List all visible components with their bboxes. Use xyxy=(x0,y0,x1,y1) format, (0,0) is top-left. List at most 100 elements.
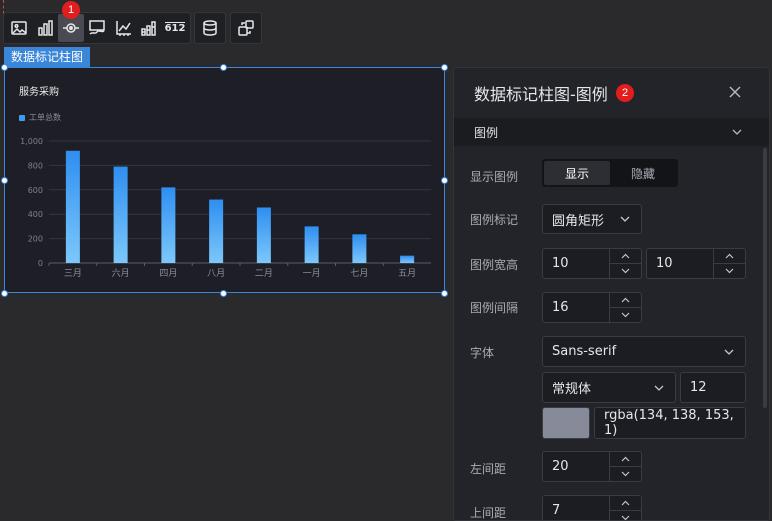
show-legend-toggle: 显示 隐藏 xyxy=(542,159,678,187)
chevron-down-icon xyxy=(732,129,742,135)
bar[interactable] xyxy=(113,166,128,263)
increment-button[interactable] xyxy=(610,452,641,466)
panel-scrollbar[interactable] xyxy=(763,148,767,408)
chart-type-toolbar: 1 612 xyxy=(3,1,191,44)
increment-button[interactable] xyxy=(714,249,745,263)
eye-icon[interactable]: 1 xyxy=(58,1,84,42)
y-tick-label: 400 xyxy=(28,210,43,219)
x-tick-label: 八月 xyxy=(207,268,225,279)
section-legend[interactable]: 图例 xyxy=(454,118,769,146)
panel-header: 数据标记柱图-图例 2 xyxy=(454,68,769,118)
resize-handle-br[interactable] xyxy=(441,290,448,297)
legend-mark-select[interactable]: 圆角矩形 xyxy=(542,204,642,234)
font-weight-select[interactable]: 常规体 xyxy=(542,372,676,403)
x-tick-label: 四月 xyxy=(159,268,177,279)
legend-height-stepper[interactable]: 10 xyxy=(646,248,746,279)
resize-handle-tr[interactable] xyxy=(441,64,448,71)
resize-handle-r[interactable] xyxy=(441,177,448,184)
number-612-icon[interactable]: 612 xyxy=(162,14,188,42)
font-size-input[interactable]: 12 xyxy=(680,372,746,403)
increment-button[interactable] xyxy=(610,293,641,307)
x-tick-label: 三月 xyxy=(64,268,82,279)
font-size-value: 12 xyxy=(690,380,707,395)
resize-handle-b[interactable] xyxy=(220,290,227,297)
legend-size-label: 图例宽高 xyxy=(470,258,519,272)
stepper-buttons xyxy=(609,452,641,481)
widget-name-tag: 数据标记柱图 xyxy=(4,47,91,67)
stacked-bar-icon[interactable] xyxy=(136,14,162,42)
chat-box-icon[interactable] xyxy=(84,14,110,42)
legend-width-stepper[interactable]: 10 xyxy=(542,248,642,279)
stepper-buttons xyxy=(713,249,745,278)
close-icon[interactable] xyxy=(727,84,743,100)
decrement-button[interactable] xyxy=(610,510,641,520)
font-weight-value: 常规体 xyxy=(552,382,592,397)
legend-gap-value: 16 xyxy=(552,300,569,315)
show-legend-label: 显示图例 xyxy=(470,170,519,184)
font-color-input[interactable]: rgba(134, 138, 153, 1) xyxy=(594,407,746,439)
legend-settings-panel: 数据标记柱图-图例 2 图例 显示图例 显示 隐藏 图例标记 圆角矩形 图例宽高… xyxy=(453,67,770,521)
chevron-down-icon xyxy=(654,385,664,391)
y-tick-label: 600 xyxy=(28,186,43,195)
increment-button[interactable] xyxy=(610,496,641,510)
section-title: 图例 xyxy=(474,125,499,140)
image-icon[interactable] xyxy=(6,14,32,42)
resize-handle-tl[interactable] xyxy=(1,64,8,71)
bar-chart-icon[interactable] xyxy=(32,14,58,42)
stepper-buttons xyxy=(609,293,641,322)
axis-chart-icon[interactable] xyxy=(110,14,136,42)
top-margin-label: 上间距 xyxy=(470,506,507,520)
link-icon[interactable] xyxy=(233,14,259,42)
x-tick-label: 七月 xyxy=(350,268,368,279)
legend-gap-label: 图例间隔 xyxy=(470,301,519,315)
decrement-button[interactable] xyxy=(714,263,745,278)
top-margin-value: 7 xyxy=(552,503,561,518)
step-badge-1: 1 xyxy=(62,1,80,19)
stepper-buttons xyxy=(609,249,641,278)
legend-gap-stepper[interactable]: 16 xyxy=(542,292,642,323)
bar[interactable] xyxy=(352,234,367,263)
database-icon[interactable] xyxy=(197,14,223,42)
legend-height-value: 10 xyxy=(656,256,673,271)
top-margin-stepper[interactable]: 7 xyxy=(542,495,642,520)
bar[interactable] xyxy=(304,226,319,263)
font-label: 字体 xyxy=(470,346,495,360)
bar[interactable] xyxy=(209,199,224,263)
resize-handle-t[interactable] xyxy=(220,64,227,71)
x-tick-label: 二月 xyxy=(255,268,273,279)
y-tick-label: 0 xyxy=(38,259,43,268)
bar-chart: 0 200 400 600 800 1,000 三月 六月 四月 八月 二月 一月 七月 五月 xyxy=(20,137,431,279)
step-badge-2: 2 xyxy=(616,84,634,102)
font-family-select[interactable]: Sans-serif xyxy=(542,336,746,367)
y-tick-label: 800 xyxy=(28,161,43,170)
left-margin-stepper[interactable]: 20 xyxy=(542,451,642,482)
y-tick-label: 1,000 xyxy=(20,137,43,146)
font-color-swatch[interactable] xyxy=(542,407,590,439)
bar[interactable] xyxy=(65,150,80,263)
font-family-value: Sans-serif xyxy=(552,344,617,359)
x-tick-label: 六月 xyxy=(112,267,130,279)
hide-option[interactable]: 隐藏 xyxy=(610,161,676,185)
bar[interactable] xyxy=(161,187,176,263)
data-toolbar xyxy=(194,12,226,44)
stepper-buttons xyxy=(609,496,641,520)
x-tick-label: 一月 xyxy=(303,268,321,279)
resize-handle-l[interactable] xyxy=(1,177,8,184)
decrement-button[interactable] xyxy=(610,307,641,322)
interaction-toolbar xyxy=(230,12,262,44)
font-color-value: rgba(134, 138, 153, 1) xyxy=(604,408,734,438)
legend-width-value: 10 xyxy=(552,256,569,271)
bar[interactable] xyxy=(256,207,271,263)
decrement-button[interactable] xyxy=(610,466,641,481)
show-option[interactable]: 显示 xyxy=(544,161,610,185)
increment-button[interactable] xyxy=(610,249,641,263)
left-margin-label: 左间距 xyxy=(470,462,507,476)
resize-handle-bl[interactable] xyxy=(1,290,8,297)
decrement-button[interactable] xyxy=(610,263,641,278)
chevron-down-icon xyxy=(724,349,734,355)
bar[interactable] xyxy=(400,255,415,263)
left-margin-value: 20 xyxy=(552,459,569,474)
y-tick-label: 200 xyxy=(28,235,43,244)
legend-mark-value: 圆角矩形 xyxy=(552,213,605,229)
chart-widget[interactable]: 服务采购 工单总数 0 200 400 600 800 1,000 三月 六月 四月 八月 二月 一月… xyxy=(4,67,445,293)
